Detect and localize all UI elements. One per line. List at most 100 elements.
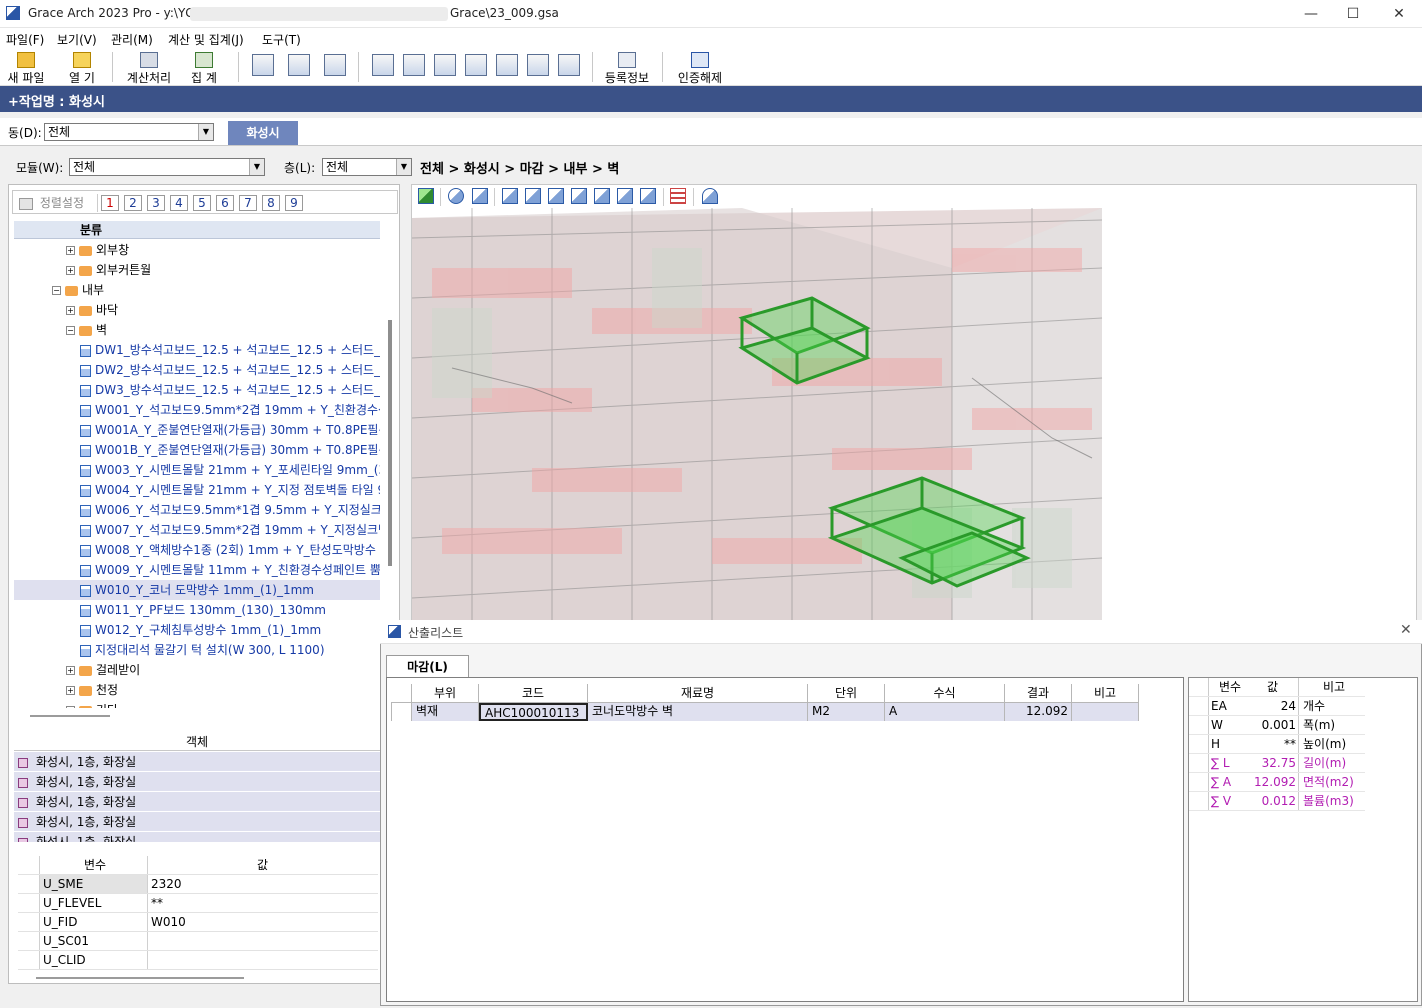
- sort-tab-4[interactable]: 4: [170, 195, 188, 211]
- sort-tab-8[interactable]: 8: [262, 195, 280, 211]
- maximize-button[interactable]: ☐: [1338, 4, 1368, 24]
- view-cube-left-icon[interactable]: [548, 188, 564, 204]
- register-info-button[interactable]: 등록정보: [600, 50, 654, 85]
- expand-icon[interactable]: +: [66, 686, 75, 695]
- expand-icon[interactable]: +: [66, 266, 75, 275]
- layout-f-icon[interactable]: [558, 54, 580, 76]
- aggregate-button[interactable]: 집 계: [184, 50, 224, 85]
- tab-finish[interactable]: 마감(L): [386, 655, 469, 677]
- tree-item[interactable]: DW2_방수석고보드_12.5 + 석고보드_12.5 + 스터드_10: [14, 360, 380, 380]
- tree-item[interactable]: W007_Y_석고보드9.5mm*2겹 19mm + Y_지정실크벽: [14, 520, 380, 540]
- tree-item[interactable]: W003_Y_시멘트몰탈 21mm + Y_포세린타일 9mm_(3: [14, 460, 380, 480]
- cell-code[interactable]: AHC100010113: [479, 703, 588, 721]
- cell-unit[interactable]: M2: [808, 703, 885, 721]
- view-cube-iso-icon[interactable]: [640, 188, 656, 204]
- minimize-button[interactable]: —: [1296, 4, 1326, 24]
- tree-scrollbar[interactable]: [388, 320, 392, 566]
- print-preview-icon[interactable]: [252, 54, 274, 76]
- layout-b-icon[interactable]: [403, 54, 425, 76]
- variable-row[interactable]: U_FLEVEL **: [18, 894, 378, 913]
- side-variable-row[interactable]: EA 24 개수: [1189, 697, 1365, 716]
- side-variable-row[interactable]: H ** 높이(m): [1189, 735, 1365, 754]
- cell-formula[interactable]: A: [885, 703, 1005, 721]
- variable-value[interactable]: **: [148, 894, 374, 912]
- tree-item[interactable]: DW1_방수석고보드_12.5 + 석고보드_12.5 + 스터드_50: [14, 340, 380, 360]
- side-variable-row[interactable]: ∑ L 32.75 길이(m): [1189, 754, 1365, 773]
- tree-item[interactable]: W009_Y_시멘트몰탈 11mm + Y_친환경수성페인트 뿜: [14, 560, 380, 580]
- close-button[interactable]: ✕: [1384, 4, 1414, 24]
- variable-row[interactable]: U_CLID: [18, 951, 378, 970]
- layout-e-icon[interactable]: [527, 54, 549, 76]
- cell-material[interactable]: 코너도막방수 벽: [588, 703, 808, 721]
- view-cube-bottom-icon[interactable]: [617, 188, 633, 204]
- side-variable-row[interactable]: W 0.001 폭(m): [1189, 716, 1365, 735]
- unauth-button[interactable]: 인증해제: [672, 50, 728, 85]
- sort-tab-5[interactable]: 5: [193, 195, 211, 211]
- view-cube-right-icon[interactable]: [571, 188, 587, 204]
- sort-tab-3[interactable]: 3: [147, 195, 165, 211]
- tree-item[interactable]: W006_Y_석고보드9.5mm*1겹 9.5mm + Y_지정실크벽: [14, 500, 380, 520]
- module-select[interactable]: 전체 ▼: [69, 158, 265, 176]
- variable-value[interactable]: 2320: [148, 875, 374, 893]
- row-selector[interactable]: [391, 703, 412, 721]
- variable-row[interactable]: U_SME 2320: [18, 875, 378, 894]
- tree-folder[interactable]: − 벽: [14, 320, 380, 340]
- edit-icon[interactable]: [496, 54, 518, 76]
- view-cube-back-icon[interactable]: [525, 188, 541, 204]
- tab-hwaseong[interactable]: 화성시: [228, 121, 298, 145]
- tree-folder[interactable]: + 외부창: [14, 240, 380, 260]
- new-file-button[interactable]: 새 파일: [4, 50, 48, 85]
- view-cube-top-icon[interactable]: [594, 188, 610, 204]
- variable-row[interactable]: U_SC01: [18, 932, 378, 951]
- tree-item[interactable]: W001_Y_석고보드9.5mm*2겹 19mm + Y_친환경수성: [14, 400, 380, 420]
- tree-item[interactable]: DW3_방수석고보드_12.5 + 석고보드_12.5 + 스터드_50: [14, 380, 380, 400]
- tree-item[interactable]: W008_Y_액체방수1종 (2회) 1mm + Y_탄성도막방수: [14, 540, 380, 560]
- sort-tab-6[interactable]: 6: [216, 195, 234, 211]
- model-view-icon[interactable]: [418, 188, 434, 204]
- sort-tab-9[interactable]: 9: [285, 195, 303, 211]
- expand-icon[interactable]: +: [66, 706, 75, 708]
- orbit-icon[interactable]: [448, 188, 464, 204]
- collapse-icon[interactable]: −: [66, 326, 75, 335]
- tree-folder[interactable]: + 걸레받이: [14, 660, 380, 680]
- sort-settings-button[interactable]: 정렬설정: [19, 194, 84, 211]
- object-row[interactable]: 화성시, 1층, 화장실: [14, 752, 380, 772]
- variable-row[interactable]: U_FID W010: [18, 913, 378, 932]
- menu-file[interactable]: 파일(F): [6, 31, 44, 48]
- zoom-icon[interactable]: [288, 54, 310, 76]
- dialog-close-icon[interactable]: ✕: [1400, 622, 1412, 638]
- sort-tab-1[interactable]: 1: [101, 195, 119, 211]
- expand-icon[interactable]: +: [66, 306, 75, 315]
- cell-note[interactable]: [1072, 703, 1139, 721]
- shade-icon[interactable]: [702, 188, 718, 204]
- object-row[interactable]: 화성시, 1층, 화장실: [14, 812, 380, 832]
- tree-item[interactable]: W012_Y_구체침투성방수 1mm_(1)_1mm: [14, 620, 380, 640]
- tree-folder[interactable]: − 내부: [14, 280, 380, 300]
- layout-c-icon[interactable]: [434, 54, 456, 76]
- tree-folder[interactable]: + 바닥: [14, 300, 380, 320]
- cell-result[interactable]: 12.092: [1005, 703, 1072, 721]
- tree-item[interactable]: W010_Y_코너 도막방수 1mm_(1)_1mm: [14, 580, 380, 600]
- object-row[interactable]: 화성시, 1층, 화장실: [14, 792, 380, 812]
- cell-part[interactable]: 벽재: [412, 703, 479, 721]
- sort-tab-7[interactable]: 7: [239, 195, 257, 211]
- open-button[interactable]: 열 기: [60, 50, 104, 85]
- list-icon[interactable]: [670, 188, 686, 204]
- tree-folder[interactable]: + 천정: [14, 680, 380, 700]
- side-variable-row[interactable]: ∑ A 12.092 면적(m2): [1189, 773, 1365, 792]
- object-row[interactable]: 화성시, 1층, 화장실: [14, 832, 380, 842]
- calc-button[interactable]: 계산처리: [122, 50, 176, 85]
- floor-select[interactable]: 전체 ▼: [322, 158, 412, 176]
- print-icon[interactable]: [324, 54, 346, 76]
- menu-calc[interactable]: 계산 및 집계(J): [168, 31, 244, 48]
- tree-folder[interactable]: + 기타: [14, 700, 380, 708]
- vars-hscrollbar[interactable]: [36, 977, 244, 979]
- sort-tab-2[interactable]: 2: [124, 195, 142, 211]
- model-canvas[interactable]: [412, 208, 1416, 622]
- side-variable-row[interactable]: ∑ V 0.012 볼륨(m3): [1189, 792, 1365, 811]
- view-cube-front-icon[interactable]: [502, 188, 518, 204]
- collapse-icon[interactable]: −: [52, 286, 61, 295]
- tree-hscrollbar[interactable]: [30, 715, 110, 717]
- expand-icon[interactable]: +: [66, 246, 75, 255]
- tree-item[interactable]: W004_Y_시멘트몰탈 21mm + Y_지정 점토벽돌 타일 9: [14, 480, 380, 500]
